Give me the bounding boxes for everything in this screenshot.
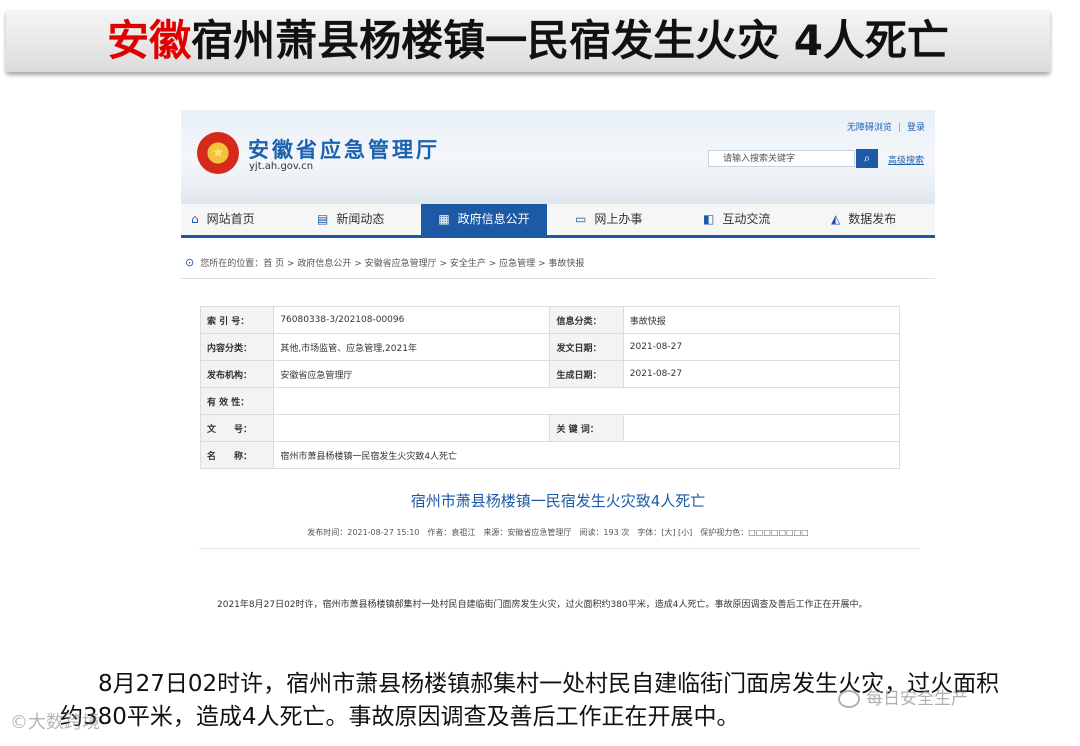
site-header: ★ 安徽省应急管理厅 yjt.ah.gov.cn 无障碍浏览 | 登录 请输入搜索关…	[181, 110, 935, 204]
article-body: 2021年8月27日02时许，宿州市萧县杨楼镇郝集村一处村民自建临街门面房发生火…	[217, 600, 868, 610]
document-icon: ▦	[438, 212, 450, 226]
main-nav: ⌂ 网站首页 ▤ 新闻动态 ▦ 政府信息公开 ▭ 网上办事 ◧ 互动交流 ◭ 数据发布	[181, 204, 935, 238]
slide-title-highlight: 安徽	[107, 16, 192, 65]
table-row: 内容分类： 其他,市场监管、应急管理,2021年 发文日期： 2021-08-27	[199, 333, 901, 361]
nav-gov-info[interactable]: ▦ 政府信息公开	[421, 204, 547, 235]
chart-icon: ◭	[831, 212, 841, 226]
nav-news[interactable]: ▤ 新闻动态	[317, 204, 427, 235]
search-input[interactable]: 请输入搜索关键字	[708, 150, 855, 167]
home-icon: ⌂	[191, 212, 199, 226]
article-byline: 发布时间：2021-08-27 15:10 作者：袁祖江 来源：安徽省应急管理厅…	[307, 528, 809, 537]
table-row: 有 效 性：	[199, 387, 900, 415]
advanced-search-link[interactable]: 高级搜索	[888, 153, 924, 166]
nav-interaction[interactable]: ◧ 互动交流	[703, 204, 813, 235]
divider	[181, 278, 935, 279]
slide-title: 安徽宿州萧县杨楼镇一民宿发生火灾 4人死亡	[6, 10, 1050, 72]
divider	[199, 548, 919, 549]
nav-home[interactable]: ⌂ 网站首页	[191, 204, 301, 235]
table-row: 索 引 号： 76080338-3/202108-00096 信息分类： 事故快报	[199, 306, 901, 334]
watermark-left: ©大数跨境	[10, 712, 100, 733]
slide-title-rest: 宿州萧县杨楼镇一民宿发生火灾 4人死亡	[191, 16, 949, 65]
search-button[interactable]: ⌕	[856, 149, 878, 168]
location-pin-icon: ⊙	[185, 256, 195, 269]
table-row: 名 称： 宿州市萧县杨楼镇一民宿发生火灾致4人死亡	[199, 441, 900, 469]
top-links: 无障碍浏览 | 登录	[846, 123, 925, 133]
website-screenshot: ★ 安徽省应急管理厅 yjt.ah.gov.cn 无障碍浏览 | 登录 请输入搜索关…	[181, 110, 935, 640]
monitor-icon: ▭	[575, 212, 587, 226]
search-icon: ⌕	[863, 151, 871, 165]
table-row: 发布机构： 安徽省应急管理厅 生成日期： 2021-08-27	[199, 360, 901, 388]
national-emblem-icon: ★	[197, 132, 239, 174]
news-icon: ▤	[317, 212, 329, 226]
wechat-icon	[838, 690, 860, 708]
site-name: 安徽省应急管理厅	[248, 138, 440, 162]
info-table: 索 引 号： 76080338-3/202108-00096 信息分类： 事故快报 …	[199, 306, 901, 469]
login-link[interactable]: 登录	[907, 123, 925, 133]
watermark-right: 每日安全生产	[838, 684, 968, 709]
table-row: 文 号： 关 键 词：	[199, 414, 901, 442]
nav-online-service[interactable]: ▭ 网上办事	[575, 204, 685, 235]
accessibility-link[interactable]: 无障碍浏览	[847, 123, 892, 133]
article-title: 宿州市萧县杨楼镇一民宿发生火灾致4人死亡	[410, 492, 706, 510]
site-domain: yjt.ah.gov.cn	[249, 161, 314, 172]
breadcrumb: ⊙ 您所在的位置：首 页 > 政府信息公开 > 安徽省应急管理厅 > 安全生产 >…	[185, 256, 585, 269]
nav-data[interactable]: ◭ 数据发布	[831, 204, 931, 235]
chat-icon: ◧	[703, 212, 715, 226]
